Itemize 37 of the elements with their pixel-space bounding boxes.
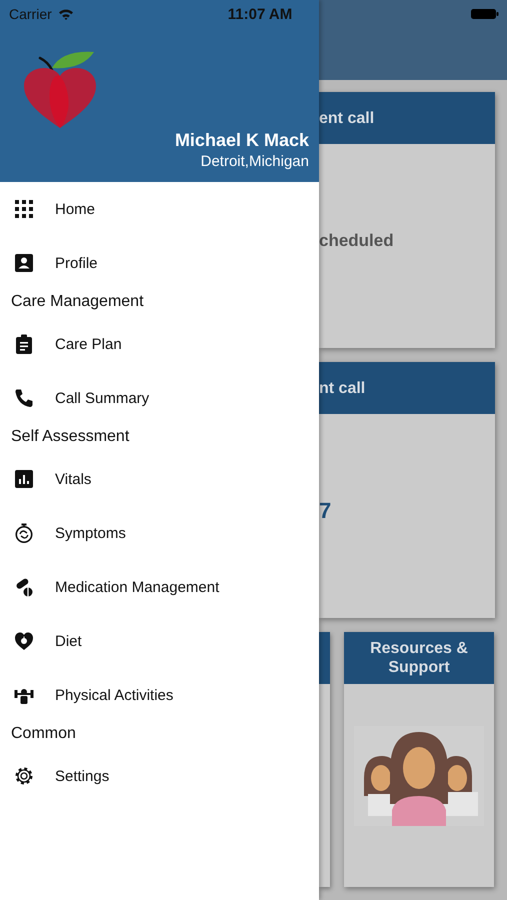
menu-item[interactable]: Home [0,182,319,236]
battery-icon [470,8,499,20]
card-header [319,632,330,684]
menu-item[interactable]: Medication Management [0,560,319,614]
heart-icon [14,631,34,651]
section-heading: Care Management [10,292,145,312]
clock-time: 11:07 AM [228,6,292,22]
menu-item[interactable]: Settings [0,749,319,803]
section-heading: Common [10,724,77,744]
card-title: Resources & Support [369,639,469,677]
menu-item[interactable]: Vitals [0,452,319,506]
wifi-icon [58,8,74,20]
card-value: 7 [319,498,332,524]
phone-icon [14,388,34,408]
menu-item[interactable]: Symptoms [0,506,319,560]
dashboard-card[interactable]: ent call cheduled [319,92,495,348]
profile-icon [14,253,34,273]
bar-chart-icon [14,469,34,489]
menu-item[interactable]: Physical Activities [0,668,319,722]
user-location: Detroit,Michigan [200,152,309,172]
card-title: nt call [319,378,366,398]
menu-item[interactable]: Call Summary [0,371,319,425]
dashboard-card[interactable]: nt call 7 [319,362,495,618]
settings-icon [14,766,34,786]
card-title: ent call [319,108,374,128]
grid-icon [14,199,34,219]
carrier-name: Carrier [9,6,52,22]
stopwatch-icon [14,523,34,543]
menu-item[interactable]: Profile [0,236,319,290]
menu-item[interactable]: Diet [0,614,319,668]
dashboard-card[interactable]: Resources & Support [344,632,494,887]
section-heading: Self Assessment [10,427,130,447]
user-name: Michael K Mack [174,129,309,152]
clipboard-icon [14,334,34,354]
pills-icon [14,577,34,597]
menu-item[interactable]: Care Plan [0,317,319,371]
card-status: cheduled [319,231,394,251]
